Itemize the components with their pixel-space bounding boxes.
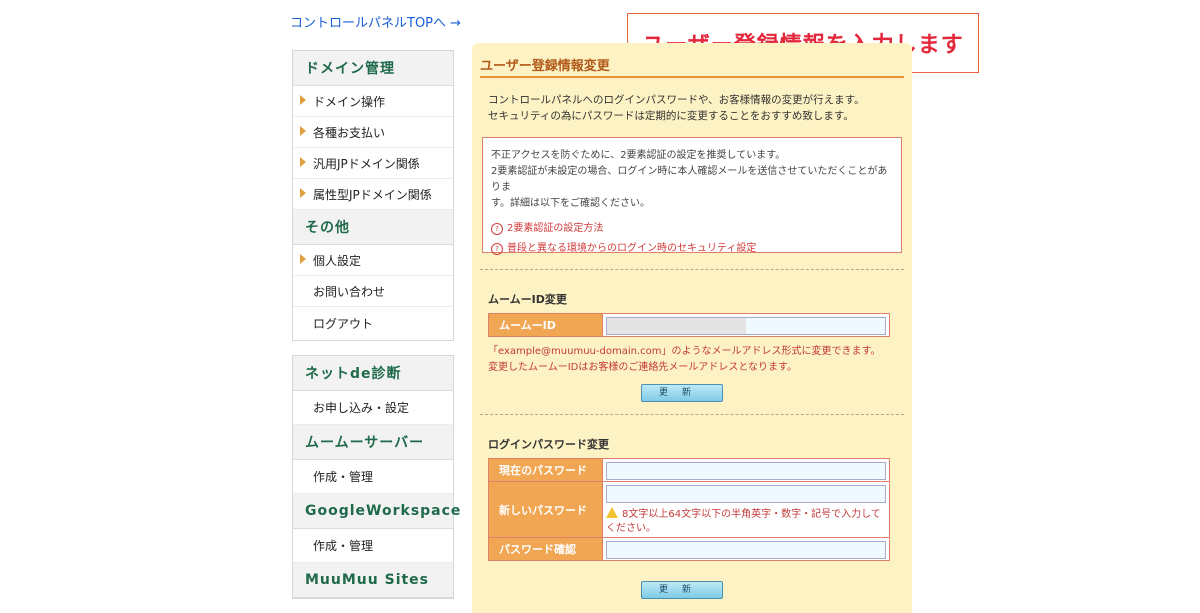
confirm-password-input[interactable]	[606, 541, 886, 559]
field-cell	[603, 459, 889, 481]
password-hint: 8文字以上64文字以下の半角英字・数字・記号で入力してください。	[606, 507, 886, 536]
sidebar-item-personal-settings[interactable]: 個人設定	[293, 245, 453, 276]
triangle-right-icon	[300, 188, 306, 198]
desc-line: 変更したムームーIDはお客様のご連絡先メールアドレスとなります。	[488, 362, 798, 373]
sidebar-item-general-jp[interactable]: 汎用JPドメイン関係	[293, 148, 453, 179]
field-cell	[603, 538, 889, 560]
sidebar-item-workspace-manage[interactable]: 作成・管理	[293, 529, 453, 563]
triangle-right-icon	[300, 157, 306, 167]
hint-text: 8文字以上64文字以下の半角英字・数字・記号で入力してください。	[606, 509, 881, 534]
question-circle-icon: ?	[491, 243, 503, 255]
sidebar-group-net-diagnosis: ネットde診断 お申し込み・設定 ムームーサーバー 作成・管理 GoogleWo…	[292, 355, 460, 599]
password-section-title: ログインパスワード変更	[488, 438, 609, 451]
triangle-right-icon	[300, 95, 306, 105]
field-cell	[603, 314, 889, 336]
muumuu-id-input[interactable]	[606, 317, 886, 335]
field-cell: 8文字以上64文字以下の半角英字・数字・記号で入力してください。	[603, 482, 889, 537]
update-password-button[interactable]: 更新	[641, 581, 723, 599]
sidebar-item-label: ログアウト	[313, 317, 374, 331]
confirm-password-row: パスワード確認	[488, 537, 890, 561]
sidebar-item-label: 各種お支払い	[313, 125, 386, 140]
sidebar-item-label: 属性型JPドメイン関係	[313, 187, 432, 202]
muumuu-id-label: ムームーID	[489, 314, 603, 336]
intro-line: セキュリティの為にパスワードは定期的に変更することをおすすめ致します。	[488, 110, 854, 122]
intro-text: コントロールパネルへのログインパスワードや、お客様情報の変更が行えます。 セキュ…	[488, 92, 865, 124]
sidebar-item-contact[interactable]: お問い合わせ	[293, 276, 453, 307]
sidebar-item-domain-ops[interactable]: ドメイン操作	[293, 86, 453, 117]
title-divider	[480, 76, 904, 78]
new-password-label: 新しいパスワード	[489, 482, 603, 537]
sidebar-heading: ドメイン管理	[293, 51, 453, 86]
sidebar-item-label: お問い合わせ	[313, 284, 386, 299]
dashed-divider	[480, 269, 904, 270]
muumuu-id-section-title: ムームーID変更	[488, 293, 567, 306]
notice-line: 2要素認証が未設定の場合、ログイン時に本人確認メールを送信させていただくことがあ…	[491, 166, 888, 193]
sidebar-item-label: お申し込み・設定	[313, 401, 410, 415]
new-password-input[interactable]	[606, 485, 886, 503]
desc-line: 「example@muumuu-domain.com」のようなメールアドレス形式…	[488, 346, 881, 357]
sidebar-item-label: 汎用JPドメイン関係	[313, 156, 420, 171]
current-password-label: 現在のパスワード	[489, 459, 603, 481]
link-label: 普段と異なる環境からのログイン時のセキュリティ設定	[507, 243, 757, 254]
sidebar-item-apply-settings[interactable]: お申し込み・設定	[293, 391, 453, 425]
sidebar-heading: ネットde診断	[293, 356, 453, 391]
sidebar-item-payments[interactable]: 各種お支払い	[293, 117, 453, 148]
control-panel-top-link[interactable]: コントロールパネルTOPへ →	[290, 12, 461, 31]
sidebar: ドメイン管理 ドメイン操作 各種お支払い 汎用JPドメイン関係 属性型JPドメイ…	[292, 50, 460, 599]
sidebar-item-label: ドメイン操作	[313, 94, 386, 109]
current-password-input[interactable]	[606, 462, 886, 480]
login-security-link[interactable]: ? 普段と異なる環境からのログイン時のセキュリティ設定	[491, 242, 893, 256]
panel-title: ユーザー登録情報変更	[480, 59, 610, 74]
sidebar-item-logout[interactable]: ログアウト	[293, 307, 453, 340]
muumuu-id-row: ムームーID	[488, 313, 890, 337]
sidebar-item-label: 個人設定	[313, 253, 362, 268]
link-label: 2要素認証の設定方法	[507, 223, 604, 234]
sidebar-item-label: 作成・管理	[313, 539, 374, 553]
notice-line: 不正アクセスを防ぐために、2要素認証の設定を推奨しています。	[491, 150, 786, 161]
sidebar-heading: ムームーサーバー	[293, 425, 453, 460]
top-link-label: コントロールパネルTOPへ	[290, 16, 447, 31]
sidebar-heading: GoogleWorkspace	[293, 494, 460, 529]
sidebar-item-attr-jp[interactable]: 属性型JPドメイン関係	[293, 179, 453, 210]
sidebar-group-domain: ドメイン管理 ドメイン操作 各種お支払い 汎用JPドメイン関係 属性型JPドメイ…	[292, 50, 454, 341]
sidebar-item-label: 作成・管理	[313, 470, 374, 484]
update-id-button[interactable]: 更新	[641, 384, 723, 402]
dashed-divider	[480, 414, 904, 415]
confirm-password-label: パスワード確認	[489, 538, 603, 560]
current-password-row: 現在のパスワード	[488, 458, 890, 482]
triangle-right-icon	[300, 254, 306, 264]
sidebar-heading: MuuMuu Sites	[293, 563, 453, 598]
muumuu-id-description: 「example@muumuu-domain.com」のようなメールアドレス形式…	[488, 344, 880, 376]
arrow-right-icon: →	[450, 16, 461, 31]
user-info-panel: ユーザー登録情報変更 コントロールパネルへのログインパスワードや、お客様情報の変…	[472, 43, 912, 613]
security-notice: 不正アクセスを防ぐために、2要素認証の設定を推奨しています。 2要素認証が未設定…	[482, 137, 902, 256]
notice-line: す。詳細は以下をご確認ください。	[491, 198, 650, 209]
two-factor-setup-link[interactable]: ? 2要素認証の設定方法	[491, 222, 893, 236]
warning-icon	[606, 507, 618, 518]
intro-line: コントロールパネルへのログインパスワードや、お客様情報の変更が行えます。	[488, 94, 865, 106]
new-password-row: 新しいパスワード 8文字以上64文字以下の半角英字・数字・記号で入力してください…	[488, 481, 890, 538]
sidebar-item-server-manage[interactable]: 作成・管理	[293, 460, 453, 494]
question-circle-icon: ?	[491, 223, 503, 235]
sidebar-heading: その他	[293, 210, 453, 245]
triangle-right-icon	[300, 126, 306, 136]
